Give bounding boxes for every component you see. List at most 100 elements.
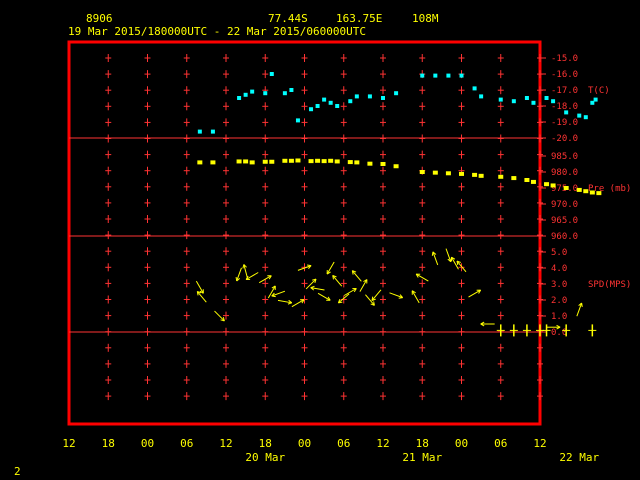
pressure-point [524, 178, 530, 182]
wind-arrow-head [310, 285, 315, 289]
wind-arrow-head [235, 276, 238, 282]
pressure-point [472, 172, 478, 177]
x-tick-label: 12 [219, 437, 232, 450]
temperature-point [577, 113, 582, 118]
pressure-point [459, 171, 464, 176]
temperature-point [564, 110, 569, 115]
pressure-point [308, 159, 314, 164]
pressure-point [282, 158, 288, 163]
pressure-point [576, 187, 582, 192]
x-tick-label: 06 [337, 437, 350, 450]
wind-arrow-head [242, 264, 245, 269]
wind-arrow [371, 289, 382, 301]
temperature-point [309, 107, 314, 112]
x-tick-label: 12 [533, 437, 546, 450]
temperature-point [531, 100, 536, 105]
temperature-point [289, 88, 294, 92]
station-lon: 163.75E [336, 12, 382, 25]
station-lat: 77.44S [268, 12, 308, 25]
temperature-point [544, 96, 549, 100]
x-tick-label: 06 [180, 437, 193, 450]
pressure-point [583, 189, 589, 194]
right-axis: -15.0-16.0-17.0-18.0-19.0-20.0T(C)985.09… [540, 54, 631, 338]
temperature-point [367, 94, 372, 99]
pressure-point [197, 160, 203, 165]
x-tick-label: 00 [455, 437, 468, 450]
pressure-point [432, 170, 438, 175]
temperature-point [583, 115, 588, 120]
x-tick-label: 12 [376, 437, 389, 450]
temperature-point [335, 104, 340, 108]
temperature-axis-label: T(C) [588, 86, 610, 96]
x-tick-label: 18 [102, 437, 115, 450]
temperature-point [282, 91, 287, 96]
y-tick-label: 2.0 [551, 296, 567, 306]
wind-arrow [332, 275, 343, 287]
y-tick-label: -19.0 [551, 118, 578, 128]
pressure-point [243, 159, 249, 164]
pressure-point [328, 158, 334, 163]
page-number: 2 [14, 465, 21, 478]
wind-arrow-head [271, 295, 276, 298]
pressure-point [589, 190, 595, 195]
y-tick-label: 4.0 [551, 264, 567, 274]
temperature-point [511, 99, 516, 104]
pressure-point [393, 164, 399, 169]
temperature-point [446, 73, 451, 78]
temperature-point [433, 73, 438, 78]
temperature-point [243, 92, 248, 97]
temperature-point [498, 97, 503, 102]
wind-series [195, 248, 597, 337]
temperature-point [315, 104, 320, 108]
temperature-point [420, 73, 425, 78]
x-date-label: 21 Mar [402, 451, 442, 464]
pressure-point [550, 183, 556, 188]
wind-arrow-head [307, 264, 312, 267]
x-axis: 12 18 00 06 12 18 00 06 12 18 00 06 12 20 Mar 21 Mar 22… [62, 437, 599, 464]
x-date-label: 20 Mar [245, 451, 285, 464]
temperature-point [354, 94, 359, 99]
pressure-point [347, 160, 353, 165]
pressure-point [530, 179, 536, 184]
pressure-point [269, 159, 275, 164]
station-elevation: 108M [412, 12, 439, 25]
wind-arrow-head [581, 302, 583, 308]
pressure-point [210, 160, 216, 165]
temperature-point [472, 86, 477, 91]
temperature-point [459, 73, 464, 78]
y-tick-label: 5.0 [551, 248, 567, 258]
temperature-point [322, 97, 327, 102]
pressure-point [596, 191, 602, 196]
wind-arrow-head [287, 302, 292, 305]
meteogram: 8906 77.44S 163.75E 108M 19 Mar 2015/180… [14, 12, 631, 478]
pressure-point [563, 186, 569, 190]
pressure-point [498, 174, 504, 179]
y-tick-label: 960.0 [551, 232, 578, 242]
pressure-point [295, 158, 301, 163]
temperature-point [593, 97, 598, 102]
temperature-point [524, 96, 529, 100]
pressure-point [478, 173, 484, 178]
temperature-point [197, 129, 202, 134]
temperature-point [381, 96, 385, 100]
y-tick-label: 965.0 [551, 216, 578, 226]
y-tick-label: 1.0 [551, 312, 567, 322]
wind-arrow [214, 310, 225, 322]
temperature-point [394, 91, 399, 96]
pressure-point [380, 162, 386, 166]
wind-arrow [196, 291, 207, 303]
y-tick-label: -16.0 [551, 70, 578, 80]
x-tick-label: 00 [141, 437, 154, 450]
temperature-point [269, 72, 274, 76]
y-tick-label: 985.0 [551, 152, 578, 162]
x-tick-label: 06 [494, 437, 507, 450]
y-tick-label: -17.0 [551, 86, 578, 96]
temperature-point [479, 94, 484, 99]
station-id: 8906 [86, 12, 113, 25]
wind-axis-label: SPD(MPS) [588, 280, 631, 290]
pressure-point [288, 158, 294, 163]
temperature-point [237, 96, 242, 100]
time-period: 19 Mar 2015/180000UTC - 22 Mar 2015/0600… [68, 25, 366, 38]
x-tick-label: 00 [298, 437, 311, 450]
temperature-point [250, 89, 255, 94]
